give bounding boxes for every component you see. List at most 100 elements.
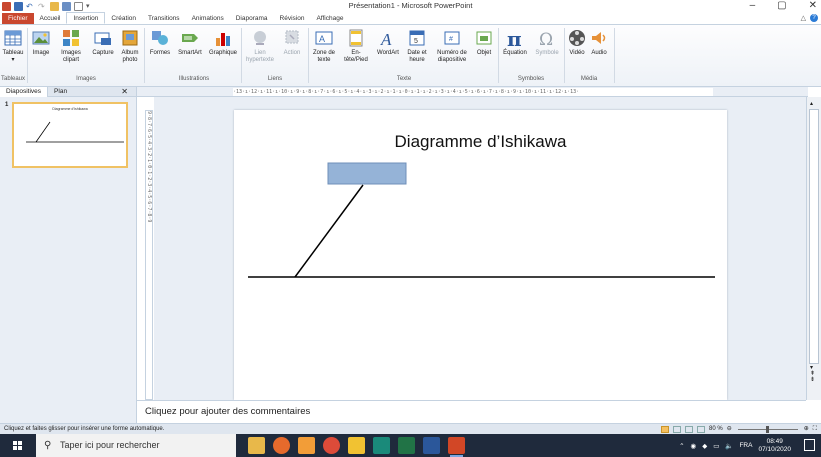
wordart-icon: A <box>380 30 392 48</box>
album-photo-button[interactable]: Album photo <box>119 28 141 63</box>
tray-app-icon[interactable]: ◉ <box>691 442 697 450</box>
group-separator <box>564 28 565 83</box>
slide-sorter-view-icon[interactable] <box>673 426 682 433</box>
group-separator <box>27 28 28 83</box>
objet-button[interactable]: Objet <box>473 28 495 57</box>
fit-to-window-icon[interactable]: ⛶ <box>813 424 817 434</box>
textbox-icon: A <box>315 31 333 45</box>
chart-icon <box>216 33 230 46</box>
minimize-button[interactable]: – <box>750 0 756 11</box>
scrollbar-thumb[interactable] <box>809 109 819 364</box>
clock[interactable]: 08:49 07/10/2020 <box>758 438 791 454</box>
zoom-slider-knob[interactable] <box>766 425 770 433</box>
entete-pied-button[interactable]: En-tête/Pied <box>340 28 372 63</box>
app-orange-icon[interactable] <box>298 437 315 454</box>
shapes-icon <box>152 31 168 45</box>
group-separator <box>241 28 242 83</box>
publisher-icon[interactable] <box>373 437 390 454</box>
zoom-slider[interactable] <box>737 425 798 433</box>
group-label-tableaux: Tableaux <box>0 76 26 82</box>
hyperlink-icon <box>254 31 266 45</box>
slides-panel: Diapositives Plan ✕ 1 Diagramme d'Ishika… <box>0 86 137 423</box>
tab-creation[interactable]: Création <box>105 13 142 24</box>
zone-de-texte-button[interactable]: A Zone de texte <box>311 28 337 63</box>
maximize-button[interactable]: ▢ <box>777 0 786 11</box>
action-button[interactable]: Action <box>280 28 304 57</box>
reading-view-icon[interactable] <box>685 426 694 433</box>
group-label-symboles: Symboles <box>517 76 545 82</box>
date-heure-button[interactable]: 5 Date et heure <box>403 28 431 63</box>
tab-affichage[interactable]: Affichage <box>310 13 349 24</box>
formes-button[interactable]: Formes <box>148 28 172 57</box>
network-icon[interactable]: ▭ <box>713 442 719 450</box>
smartart-button[interactable]: SmartArt <box>175 28 205 57</box>
firefox-icon[interactable] <box>273 437 290 454</box>
vertical-scrollbar[interactable]: ▴ ▾ ⇞ ⇟ <box>806 97 821 400</box>
tab-fichier[interactable]: Fichier <box>2 13 34 24</box>
lien-hypertexte-button[interactable]: Lien hypertexte <box>244 28 276 63</box>
minimize-ribbon-icon[interactable]: △ <box>801 14 806 22</box>
graphique-button[interactable]: Graphique <box>208 28 238 57</box>
show-hidden-icons-icon[interactable]: ⌃ <box>679 442 684 450</box>
tab-revision[interactable]: Révision <box>274 13 311 24</box>
group-label-illustrations: Illustrations <box>178 76 210 82</box>
help-icon[interactable]: ? <box>810 14 818 22</box>
tab-insertion[interactable]: Insertion <box>66 12 106 24</box>
tab-plan[interactable]: Plan <box>48 87 73 97</box>
slide-canvas[interactable]: Diagramme d’Ishikawa <box>234 110 727 400</box>
tab-transitions[interactable]: Transitions <box>142 13 186 24</box>
tab-diapositives[interactable]: Diapositives <box>0 86 49 97</box>
ribbon-tabs: Fichier Accueil Insertion Création Trans… <box>0 12 821 25</box>
equation-button[interactable]: π Équation <box>500 28 530 57</box>
image-button[interactable]: Image <box>30 28 52 57</box>
app-yellow-icon[interactable] <box>348 437 365 454</box>
normal-view-icon[interactable] <box>661 426 670 433</box>
svg-text:5: 5 <box>414 38 418 45</box>
screenshot-icon <box>94 32 111 45</box>
file-explorer-icon[interactable] <box>248 437 265 454</box>
capture-button[interactable]: Capture <box>90 28 116 57</box>
start-button[interactable] <box>0 434 36 457</box>
numero-diapositive-button[interactable]: # Numéro de diapositive <box>434 28 470 63</box>
ribbon: Tableau ▾ Tableaux Image Images clipart C… <box>0 25 821 87</box>
symbole-button[interactable]: Ω Symbole <box>532 28 562 57</box>
close-panel-icon[interactable]: ✕ <box>121 87 128 96</box>
notes-pane[interactable]: Cliquez pour ajouter des commentaires <box>137 400 806 422</box>
wordart-button[interactable]: A WordArt <box>375 28 401 57</box>
notes-placeholder[interactable]: Cliquez pour ajouter des commentaires <box>145 406 310 417</box>
cause-branch-line[interactable] <box>294 184 364 278</box>
notification-center-icon[interactable] <box>804 439 815 451</box>
excel-icon[interactable] <box>398 437 415 454</box>
close-button[interactable]: ✕ <box>809 0 817 11</box>
cause-box[interactable] <box>327 162 407 185</box>
scroll-up-icon[interactable]: ▴ <box>810 100 813 107</box>
slide-number-icon: # <box>444 31 460 45</box>
system-tray: ⌃ ◉ ◆ ▭ 🔈 FRA 08:49 07/10/2020 <box>679 434 791 457</box>
word-icon[interactable] <box>423 437 440 454</box>
picture-icon <box>32 31 50 45</box>
slideshow-view-icon[interactable] <box>697 426 706 433</box>
tableau-button[interactable]: Tableau ▾ <box>2 28 24 63</box>
zoom-in-icon[interactable]: ⊕ <box>804 424 809 434</box>
powerpoint-icon[interactable] <box>448 437 465 457</box>
tab-animations[interactable]: Animations <box>186 13 230 24</box>
zoom-out-icon[interactable]: ⊖ <box>727 424 732 434</box>
images-clipart-button[interactable]: Images clipart <box>55 28 87 63</box>
language-indicator[interactable]: FRA <box>739 442 752 449</box>
tab-diaporama[interactable]: Diaporama <box>230 13 274 24</box>
status-message: Cliquez et faites glisser pour insérer u… <box>4 426 165 432</box>
taskbar-search[interactable]: ⚲ Taper ici pour rechercher <box>36 434 236 457</box>
thumbnail-diagram <box>26 121 124 143</box>
chrome-icon[interactable] <box>323 437 340 454</box>
audio-button[interactable]: Audio <box>589 28 609 57</box>
table-icon <box>4 30 22 46</box>
tab-accueil[interactable]: Accueil <box>34 13 67 24</box>
volume-icon[interactable]: 🔈 <box>725 442 733 450</box>
window-controls: – ▢ ✕ <box>750 0 817 11</box>
video-button[interactable]: Vidéo <box>567 28 587 57</box>
tray-app2-icon[interactable]: ◆ <box>702 442 707 450</box>
scroll-down-icon[interactable]: ▾ ⇞ ⇟ <box>810 365 815 383</box>
slide-thumbnail[interactable]: Diagramme d'Ishikawa <box>12 102 128 168</box>
zoom-level[interactable]: 80 % <box>709 424 723 434</box>
film-reel-icon <box>569 30 585 46</box>
